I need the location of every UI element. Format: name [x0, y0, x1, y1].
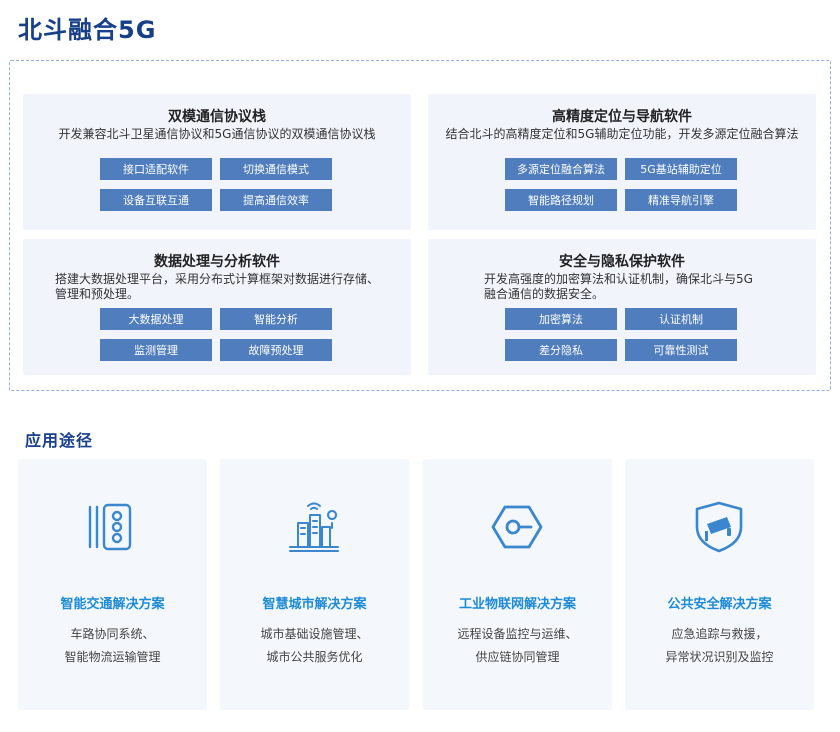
module-desc: 结合北斗的高精度定位和5G辅助定位功能，开发多源定位融合算法 — [445, 127, 799, 141]
application-card-traffic[interactable]: 智能交通解决方案 车路协同系统、 智能物流运输管理 — [18, 459, 207, 710]
module-data-processing: 数据处理与分析软件 搭建大数据处理平台，采用分布式计算框架对数据进行存储、 管理… — [23, 239, 411, 375]
card-line: 供应链协同管理 — [475, 650, 560, 664]
card-title: 智能交通解决方案 — [60, 597, 165, 612]
tag-button[interactable]: 提高通信效率 — [220, 189, 332, 211]
page-title: 北斗融合5G — [18, 16, 157, 44]
card-title: 公共安全解决方案 — [667, 597, 772, 612]
module-desc: 开发高强度的加密算法和认证机制，确保北斗与5G 融合通信的数据安全。 — [484, 272, 814, 302]
module-desc: 开发兼容北斗卫星通信协议和5G通信协议的双模通信协议栈 — [58, 127, 376, 141]
application-card-smart-city[interactable]: 智慧城市解决方案 城市基础设施管理、 城市公共服务优化 — [220, 459, 409, 710]
tag-button[interactable]: 可靠性测试 — [625, 339, 737, 361]
tag-grid: 加密算法 认证机制 差分隐私 可靠性测试 — [505, 308, 737, 361]
tag-button[interactable]: 认证机制 — [625, 308, 737, 330]
card-title: 智慧城市解决方案 — [262, 597, 367, 612]
card-line: 应急追踪与救援， — [671, 627, 768, 641]
tag-button[interactable]: 精准导航引擎 — [625, 189, 737, 211]
card-title: 工业物联网解决方案 — [458, 597, 576, 612]
card-line: 车路协同系统、 — [70, 627, 155, 641]
tag-grid: 大数据处理 智能分析 监测管理 故障预处理 — [100, 308, 332, 361]
smart-city-icon — [289, 502, 339, 552]
tag-button[interactable]: 差分隐私 — [505, 339, 617, 361]
card-line: 智能物流运输管理 — [64, 650, 161, 664]
module-security-privacy: 安全与隐私保护软件 开发高强度的加密算法和认证机制，确保北斗与5G 融合通信的数… — [428, 239, 816, 375]
module-desc: 搭建大数据处理平台，采用分布式计算框架对数据进行存储、 管理和预处理。 — [55, 272, 385, 302]
tag-grid: 接口适配软件 切换通信模式 设备互联互通 提高通信效率 — [100, 158, 332, 211]
module-desc-line: 融合通信的数据安全。 — [484, 287, 605, 301]
tag-button[interactable]: 5G基站辅助定位 — [625, 158, 737, 180]
card-line: 城市公共服务优化 — [266, 650, 363, 664]
tag-grid: 多源定位融合算法 5G基站辅助定位 智能路径规划 精准导航引擎 — [505, 158, 737, 211]
tag-button[interactable]: 故障预处理 — [220, 339, 332, 361]
iot-hexagon-icon — [491, 505, 543, 549]
card-line: 异常状况识别及监控 — [665, 650, 774, 664]
module-positioning-navigation: 高精度定位与导航软件 结合北斗的高精度定位和5G辅助定位功能，开发多源定位融合算… — [428, 94, 816, 230]
module-title: 高精度定位与导航软件 — [552, 109, 692, 125]
tag-button[interactable]: 监测管理 — [100, 339, 212, 361]
card-line: 城市基础设施管理、 — [260, 627, 369, 641]
tag-button[interactable]: 智能分析 — [220, 308, 332, 330]
card-line: 远程设备监控与运维、 — [457, 627, 578, 641]
tag-button[interactable]: 大数据处理 — [100, 308, 212, 330]
tag-button[interactable]: 多源定位融合算法 — [505, 158, 617, 180]
tag-button[interactable]: 接口适配软件 — [100, 158, 212, 180]
module-title: 安全与隐私保护软件 — [559, 254, 685, 270]
application-card-iiot[interactable]: 工业物联网解决方案 远程设备监控与运维、 供应链协同管理 — [423, 459, 612, 710]
module-title: 数据处理与分析软件 — [154, 254, 280, 270]
tag-button[interactable]: 智能路径规划 — [505, 189, 617, 211]
section-title-applications: 应用途径 — [25, 431, 94, 450]
module-desc-line: 开发高强度的加密算法和认证机制，确保北斗与5G — [484, 272, 753, 286]
traffic-light-icon — [88, 503, 132, 551]
module-desc-line: 搭建大数据处理平台，采用分布式计算框架对数据进行存储、 — [55, 272, 380, 286]
tag-button[interactable]: 切换通信模式 — [220, 158, 332, 180]
module-desc-line: 管理和预处理。 — [55, 287, 140, 301]
module-title: 双模通信协议栈 — [168, 109, 266, 125]
application-card-public-safety[interactable]: 公共安全解决方案 应急追踪与救援， 异常状况识别及监控 — [625, 459, 814, 710]
tag-button[interactable]: 加密算法 — [505, 308, 617, 330]
tag-button[interactable]: 设备互联互通 — [100, 189, 212, 211]
security-camera-shield-icon — [695, 501, 743, 553]
module-dual-mode-protocol: 双模通信协议栈 开发兼容北斗卫星通信协议和5G通信协议的双模通信协议栈 接口适配… — [23, 94, 411, 230]
